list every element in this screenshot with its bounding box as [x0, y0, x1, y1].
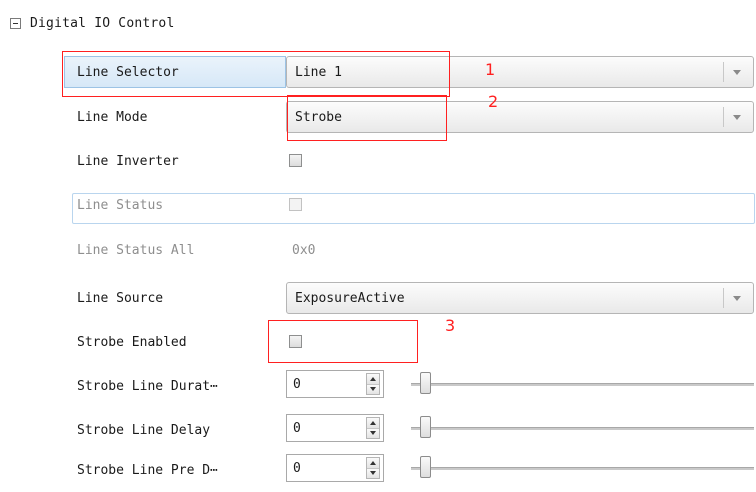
strobe-line-delay-input[interactable]: 0: [286, 414, 384, 442]
spin-up-button[interactable]: [367, 374, 379, 385]
property-row-line-inverter[interactable]: Line Inverter: [64, 139, 754, 183]
strobe-line-pre-delay-input[interactable]: 0: [286, 454, 384, 482]
collapse-icon[interactable]: [10, 17, 21, 29]
chevron-down-icon[interactable]: [733, 114, 741, 120]
spin-down-button[interactable]: [367, 384, 379, 394]
spin-down-button[interactable]: [367, 428, 379, 438]
spin-down-button[interactable]: [367, 468, 379, 478]
spin-value: 0: [293, 376, 301, 392]
triangle-down-icon: [370, 387, 376, 392]
property-row-strobe-line-duration[interactable]: Strobe Line Durat⋯ 0: [64, 364, 754, 408]
dropdown-separator: [723, 288, 724, 308]
property-label: Line Mode: [77, 109, 148, 125]
slider-thumb[interactable]: [420, 372, 431, 394]
line-source-dropdown[interactable]: ExposureActive: [286, 282, 754, 314]
strobe-line-duration-input[interactable]: 0: [286, 370, 384, 398]
spin-up-button[interactable]: [367, 458, 379, 469]
property-row-strobe-line-delay[interactable]: Strobe Line Delay 0: [64, 408, 754, 452]
property-label: Strobe Line Durat⋯: [77, 378, 218, 394]
property-label: Line Source: [77, 290, 164, 306]
property-label: Line Status: [77, 197, 164, 213]
annotation-marker-1: 1: [485, 60, 496, 79]
annotation-box-2: [287, 95, 447, 141]
slider-track[interactable]: [411, 383, 754, 386]
property-row-strobe-line-pre-delay[interactable]: Strobe Line Pre D⋯ 0: [64, 448, 754, 492]
dropdown-separator: [723, 62, 724, 82]
property-row-line-status[interactable]: Line Status: [64, 183, 755, 227]
spin-up-button[interactable]: [367, 418, 379, 429]
triangle-down-icon: [370, 431, 376, 436]
property-row-line-status-all: Line Status All 0x0: [64, 228, 754, 272]
group-title: Digital IO Control: [30, 15, 175, 31]
property-label: Strobe Line Delay: [77, 422, 211, 438]
row-hover-frame: [72, 193, 755, 224]
property-label: Strobe Enabled: [77, 334, 187, 350]
dropdown-separator: [723, 107, 724, 127]
triangle-up-icon: [370, 420, 376, 425]
spin-buttons[interactable]: [366, 417, 380, 439]
slider-thumb[interactable]: [420, 456, 431, 478]
line-status-checkbox: [289, 198, 302, 211]
annotation-marker-2: 2: [488, 92, 499, 111]
line-status-all-value: 0x0: [292, 242, 316, 258]
triangle-down-icon: [370, 471, 376, 476]
property-label: Line Status All: [77, 242, 195, 258]
group-header-digital-io-control[interactable]: Digital IO Control: [10, 14, 174, 32]
annotation-box-3: [268, 320, 418, 363]
property-row-line-source[interactable]: Line Source ExposureActive: [64, 276, 754, 320]
chevron-down-icon[interactable]: [733, 295, 741, 301]
spin-value: 0: [293, 420, 301, 436]
slider-thumb[interactable]: [420, 416, 431, 438]
slider-track[interactable]: [411, 467, 754, 470]
property-label: Line Inverter: [77, 153, 179, 169]
spin-buttons[interactable]: [366, 457, 380, 479]
annotation-box-1: [62, 51, 450, 97]
slider-track[interactable]: [411, 427, 754, 430]
line-inverter-checkbox[interactable]: [289, 154, 302, 167]
triangle-up-icon: [370, 460, 376, 465]
spin-value: 0: [293, 460, 301, 476]
annotation-marker-3: 3: [445, 316, 456, 335]
dropdown-value: ExposureActive: [295, 290, 405, 306]
property-label: Strobe Line Pre D⋯: [77, 462, 218, 478]
triangle-up-icon: [370, 376, 376, 381]
chevron-down-icon[interactable]: [733, 69, 741, 75]
spin-buttons[interactable]: [366, 373, 380, 395]
